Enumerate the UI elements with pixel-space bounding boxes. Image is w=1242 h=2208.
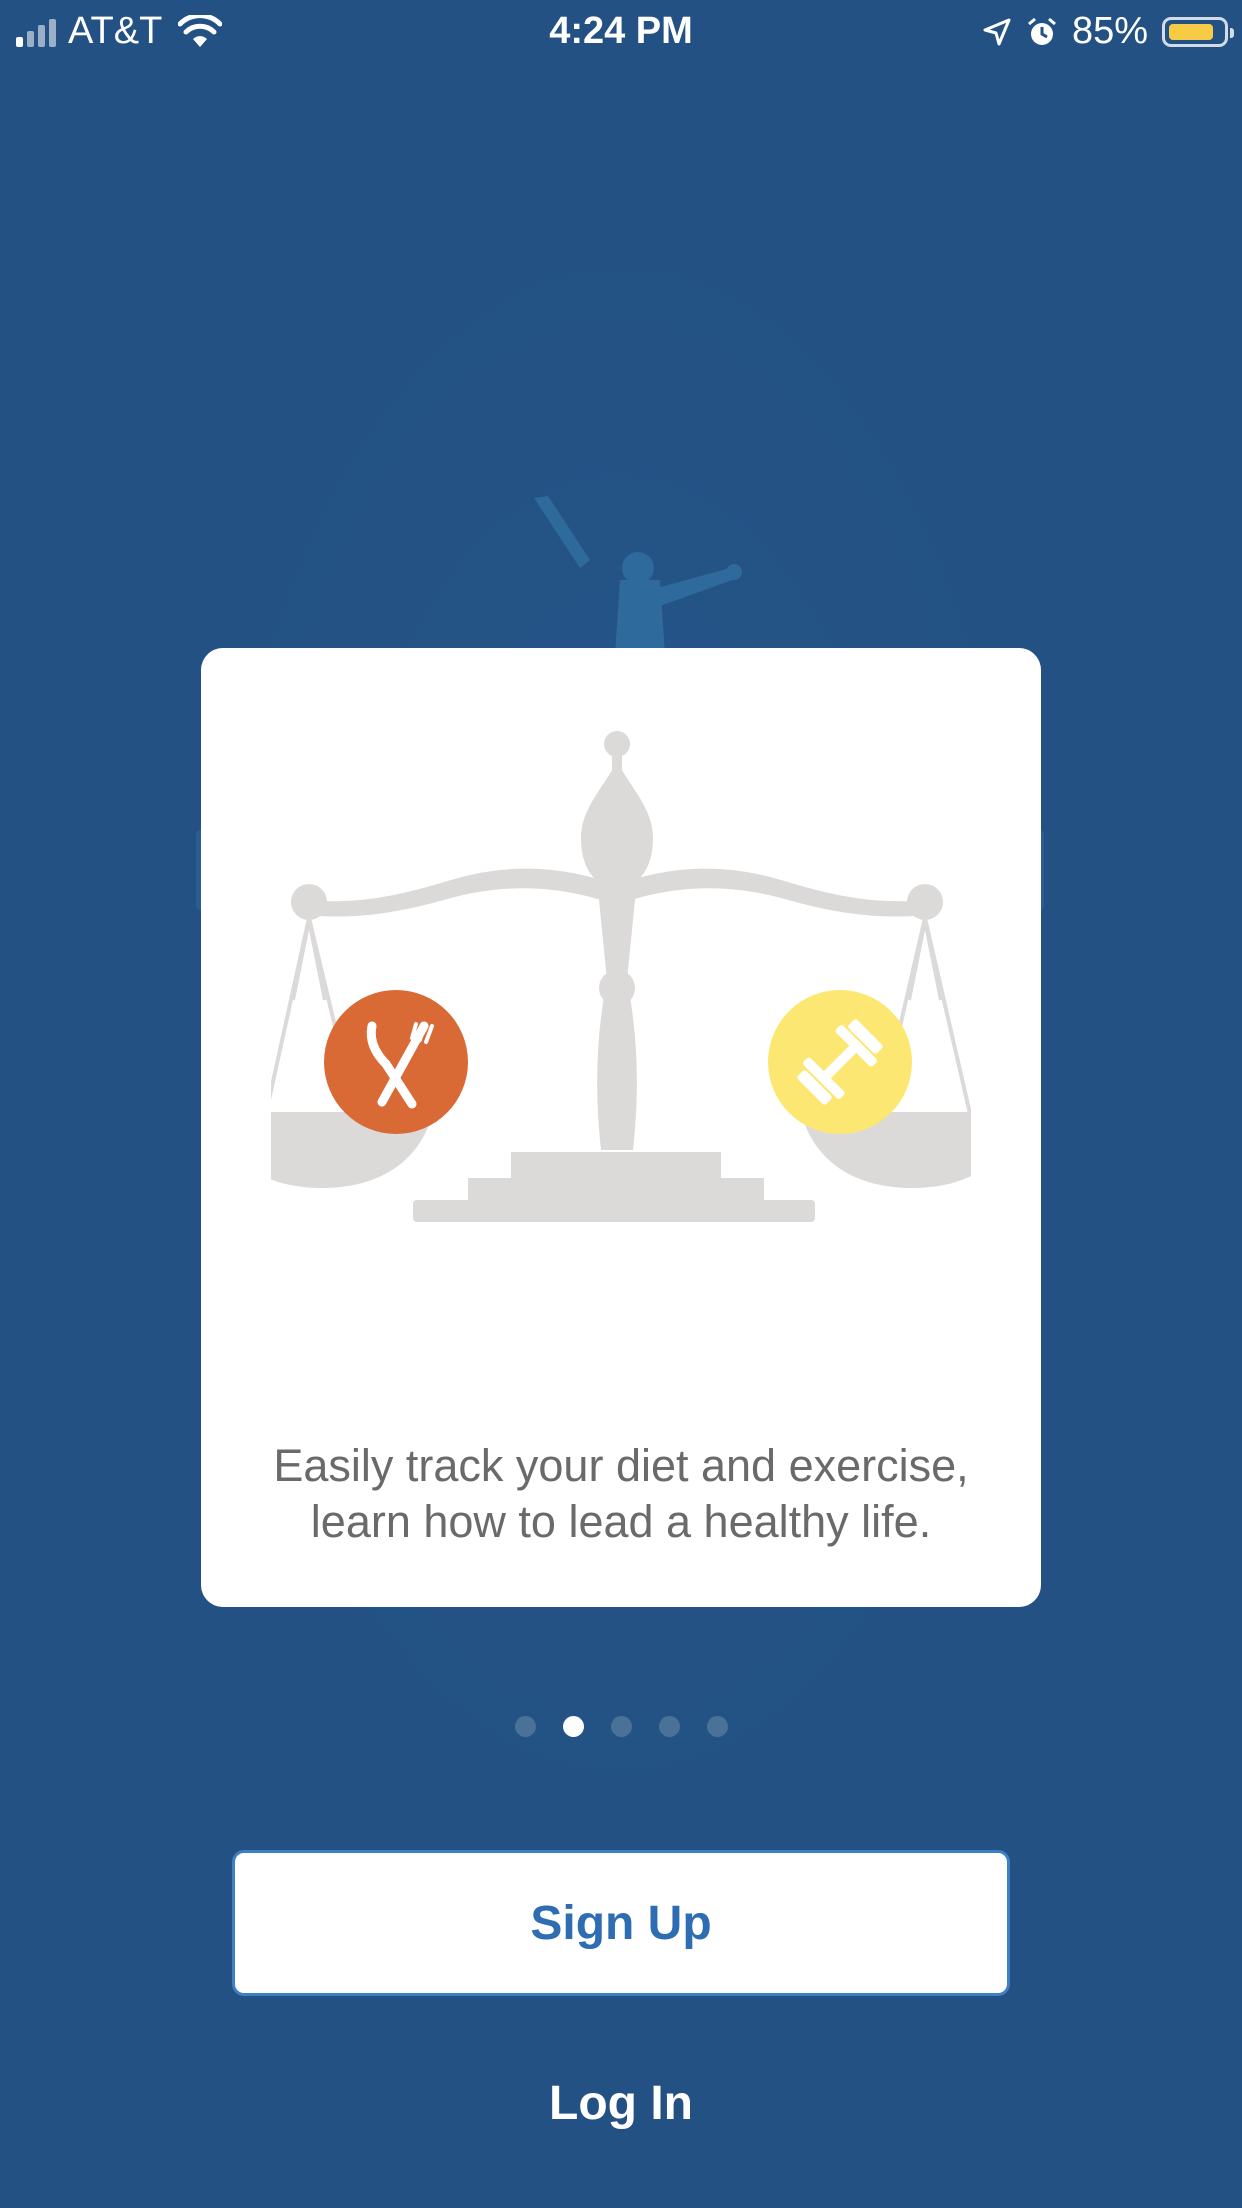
log-in-button[interactable]: Log In bbox=[421, 2060, 821, 2146]
status-right: 85% bbox=[982, 10, 1234, 53]
onboarding-description: Easily track your diet and exercise, lea… bbox=[201, 1438, 1041, 1550]
page-dot[interactable] bbox=[610, 1716, 632, 1737]
balance-scale-icon bbox=[271, 731, 971, 1222]
onboarding-card[interactable]: Easily track your diet and exercise, lea… bbox=[201, 648, 1041, 1607]
sign-up-button[interactable]: Sign Up bbox=[232, 1850, 1010, 1996]
page-dot[interactable] bbox=[514, 1716, 536, 1737]
page-dot[interactable] bbox=[658, 1716, 680, 1737]
location-arrow-icon bbox=[983, 18, 1011, 45]
battery-percent: 85% bbox=[1071, 10, 1148, 52]
dumbbell-icon bbox=[768, 990, 912, 1134]
battery-cap bbox=[1230, 27, 1234, 38]
battery-level bbox=[1169, 23, 1213, 40]
page-indicator[interactable] bbox=[0, 1716, 1242, 1737]
page-dot[interactable] bbox=[706, 1716, 728, 1737]
description-line: learn how to lead a healthy life. bbox=[310, 1496, 932, 1547]
alarm-icon bbox=[1027, 17, 1056, 45]
battery-icon bbox=[1162, 16, 1234, 47]
description-line: Easily track your diet and exercise, bbox=[273, 1440, 969, 1491]
background-figure-icon bbox=[534, 496, 742, 670]
page-dot[interactable] bbox=[562, 1716, 584, 1737]
status-bar: AT&T 4:24 PM 85% bbox=[0, 0, 1242, 62]
fork-knife-icon bbox=[324, 990, 468, 1134]
